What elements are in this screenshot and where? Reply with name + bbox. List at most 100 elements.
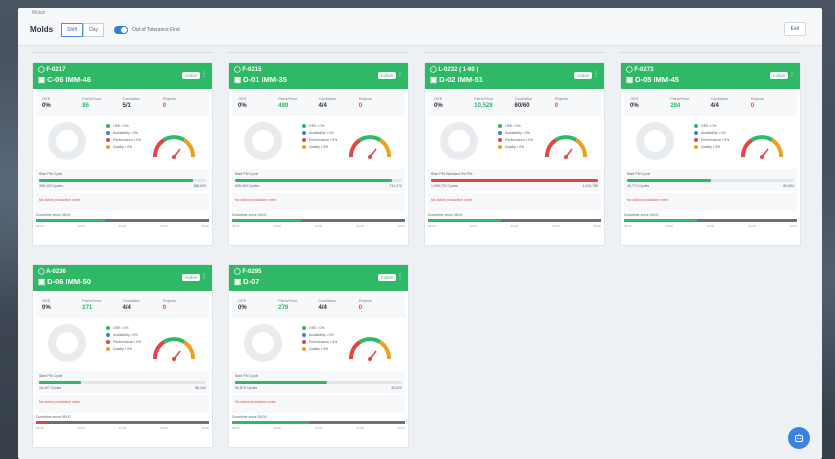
oee-donut	[244, 122, 282, 160]
card-header: ◯ F-0215 ▣ D-01 IMM-35 Active ⋮	[229, 63, 408, 89]
cavitation-value: 4/4	[318, 103, 327, 109]
cycle-label: Start PM Standard Pre PM	[431, 172, 473, 176]
stats-row: OEE 0% Parts/Hour 86 Cavitation 5/1 Rejects…	[36, 92, 209, 116]
rejects-value: 0	[750, 103, 755, 109]
cycle-count: 1,006,732 Cycles	[431, 184, 459, 188]
cycle-progress-bar	[431, 179, 598, 182]
rejects-value: 0	[162, 103, 167, 109]
mold-card[interactable]: ◯ F-0215 ▣ D-01 IMM-35 Active ⋮ OEE 0% Pa…	[228, 62, 409, 246]
divider	[424, 52, 605, 53]
mold-card[interactable]: ◯ F-0217 ▣ C-06 IMM-46 Active ⋮ OEE 0% Pa…	[32, 62, 213, 246]
kebab-menu-icon[interactable]: ⋮	[201, 71, 207, 78]
time-tick: 12:00	[118, 224, 127, 228]
stat-label: Parts/Hour	[670, 96, 690, 101]
cycle-section: Start PM Cycle 16,497 Cycles 86,340	[36, 371, 209, 393]
time-tick: 16:00	[201, 426, 209, 430]
legend-dot-icon	[302, 347, 306, 351]
oee-donut	[48, 122, 86, 160]
breadcrumb[interactable]: Molds	[32, 10, 45, 16]
time-tick: 08:00	[232, 426, 240, 430]
legend-item: OEE • 0%	[498, 124, 533, 128]
seg-shift[interactable]: Shift	[61, 22, 84, 37]
parts-hour-value: 489	[278, 103, 289, 109]
cycle-label: Start PM Cycle	[39, 374, 63, 378]
cavitation-value: 5/1	[122, 103, 131, 109]
legend-item: OEE • 0%	[106, 326, 141, 330]
status-badge[interactable]: Active	[573, 72, 592, 79]
oee-donut	[244, 324, 282, 362]
top-bar: Molds Molds Shift Day Out of Tolerance F…	[18, 8, 822, 46]
time-tick: 08:00	[36, 224, 44, 228]
time-tick: 12:00	[314, 426, 323, 430]
oee-donut	[48, 324, 86, 362]
mold-card[interactable]: ◯ F-0273 ▣ D-05 IMM-45 Active ⋮ OEE 0% Pa…	[620, 62, 801, 246]
downtime-label: Downtime since 08:00	[36, 415, 71, 419]
performance-gauge	[153, 337, 195, 361]
mold-card[interactable]: ◯ A-0236 ▣ D-06 IMM-50 Active ⋮ OEE 0% Pa…	[32, 264, 213, 448]
legend-dot-icon	[498, 138, 502, 142]
time-ticks: 08:00 10:00 12:00 14:00 16:00	[232, 426, 405, 430]
kebab-menu-icon[interactable]: ⋮	[789, 71, 795, 78]
time-tick: 12:00	[118, 426, 127, 430]
downtime-label: Downtime since 08:00	[36, 213, 71, 217]
legend-dot-icon	[498, 131, 502, 135]
legend-item: Performance • 0%	[694, 138, 729, 142]
stat-label: OEE	[42, 96, 51, 101]
time-tick: 16:00	[397, 224, 405, 228]
legend-item: Quality • 0%	[694, 145, 729, 149]
mold-card[interactable]: ◯ F-0295 ▣ D-07 Active ⋮ OEE 0% Parts/Hou…	[228, 264, 409, 448]
kebab-menu-icon[interactable]: ⋮	[397, 273, 403, 280]
kebab-menu-icon[interactable]: ⋮	[201, 273, 207, 280]
parts-hour-value: 284	[670, 103, 681, 109]
performance-gauge	[349, 135, 391, 159]
stat-label: Rejects	[358, 298, 373, 303]
toggle-label: Out of Tolerance First	[132, 26, 180, 33]
exit-button[interactable]: Exit	[783, 22, 806, 36]
status-badge[interactable]: Active	[377, 72, 396, 79]
oee-value: 0%	[434, 103, 443, 109]
stat-label: Cavitation	[122, 298, 141, 303]
time-tick: 16:00	[201, 224, 209, 228]
cycle-section: Start PM Cycle 356,329 Cycles 388,609	[36, 169, 209, 191]
divider	[620, 52, 801, 53]
kebab-menu-icon[interactable]: ⋮	[397, 71, 403, 78]
legend-dot-icon	[302, 124, 306, 128]
divider	[32, 52, 213, 53]
stat-label: OEE	[434, 96, 443, 101]
card-header: ◯ F-0295 ▣ D-07 Active ⋮	[229, 265, 408, 291]
assistant-fab-button[interactable]	[788, 427, 810, 449]
legend-dot-icon	[106, 326, 110, 330]
cycle-count: 695,469 Cycles	[235, 184, 260, 188]
parts-hour-value: 86	[82, 103, 89, 109]
stat-label: Parts/Hour	[278, 298, 298, 303]
stat-label: OEE	[238, 298, 247, 303]
status-badge[interactable]: Active	[377, 274, 396, 281]
legend-dot-icon	[106, 347, 110, 351]
oee-donut	[636, 122, 674, 160]
cycle-label: Start PM Cycle	[39, 172, 63, 176]
out-of-tolerance-toggle[interactable]	[114, 25, 129, 34]
status-badge[interactable]: Active	[181, 72, 200, 79]
cycle-count: 356,329 Cycles	[39, 184, 64, 188]
stat-label: Cavitation	[710, 96, 729, 101]
kebab-menu-icon[interactable]: ⋮	[593, 71, 599, 78]
time-tick: 14:00	[160, 224, 168, 228]
oee-value: 0%	[42, 103, 51, 109]
legend-dot-icon	[498, 124, 502, 128]
legend-dot-icon	[694, 138, 698, 142]
molds-app-window: Molds Molds Shift Day Out of Tolerance F…	[18, 8, 822, 459]
time-ticks: 08:00 10:00 12:00 14:00 16:00	[428, 224, 601, 228]
seg-day[interactable]: Day	[83, 22, 105, 37]
downtime-bar	[624, 219, 797, 222]
time-tick: 16:00	[789, 224, 797, 228]
stat-label: Rejects	[358, 96, 373, 101]
legend-dot-icon	[302, 138, 306, 142]
time-tick: 12:00	[706, 224, 715, 228]
status-badge[interactable]: Active	[769, 72, 788, 79]
legend-dot-icon	[106, 138, 110, 142]
cavitation-value: 4/4	[710, 103, 719, 109]
mold-card[interactable]: ◯ L-0232 ( 1-60 ) ▣ D-02 IMM-51 Active ⋮…	[424, 62, 605, 246]
time-tick: 12:00	[314, 224, 323, 228]
status-badge[interactable]: Active	[181, 274, 200, 281]
stat-label: Parts/Hour	[474, 96, 494, 101]
